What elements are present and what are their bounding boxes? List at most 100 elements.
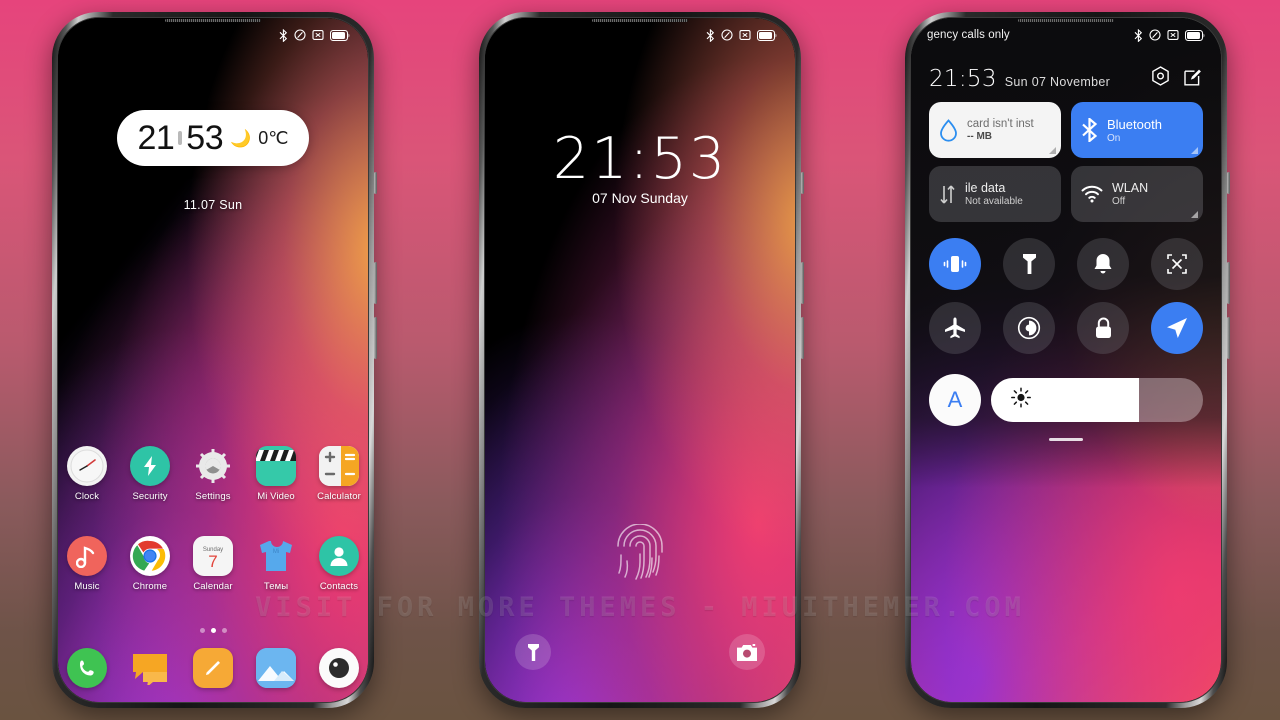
earpiece-grille bbox=[165, 19, 261, 22]
app-clock[interactable]: Clock bbox=[62, 446, 112, 502]
expand-corner-icon[interactable] bbox=[1191, 147, 1198, 154]
app-grid-row-1: Clock Security Settings Mi Video Calcula… bbox=[58, 446, 368, 502]
volume-up-button[interactable] bbox=[374, 262, 377, 304]
status-bar: gency calls only bbox=[911, 18, 1221, 52]
status-bar bbox=[485, 18, 795, 52]
lock-time: 21:53 bbox=[552, 126, 728, 192]
clock-weather-widget[interactable]: 21 53 🌙 0℃ bbox=[117, 110, 309, 166]
flashlight-icon bbox=[527, 643, 539, 661]
page-dot-active[interactable] bbox=[210, 628, 216, 633]
tile-subtitle: On bbox=[1107, 132, 1121, 144]
app-calculator[interactable]: Calculator bbox=[314, 446, 364, 502]
tile-data-usage[interactable]: card isn't inst -- MB bbox=[929, 102, 1061, 158]
cc-date-text: Sun 07 November bbox=[1004, 75, 1111, 89]
auto-brightness-button[interactable]: A bbox=[929, 374, 981, 426]
app-chrome[interactable]: Chrome bbox=[125, 536, 175, 592]
power-button[interactable] bbox=[374, 172, 377, 194]
tile-subtitle: Not available bbox=[965, 196, 1023, 207]
app-label: Chrome bbox=[132, 581, 168, 592]
tile-bluetooth[interactable]: Bluetooth On bbox=[1071, 102, 1203, 158]
flashlight-icon bbox=[1022, 254, 1036, 274]
dock-phone[interactable]: Phone bbox=[62, 648, 112, 702]
phone-icon bbox=[67, 648, 107, 688]
lockscreen-flashlight-shortcut[interactable] bbox=[515, 634, 551, 670]
volume-up-button[interactable] bbox=[1227, 262, 1230, 304]
calendar-icon: Sunday 7 bbox=[193, 536, 233, 576]
volume-down-button[interactable] bbox=[801, 317, 804, 359]
video-icon bbox=[256, 446, 296, 486]
tile-wlan[interactable]: WLAN Off bbox=[1071, 166, 1203, 222]
tile-text: WLAN Off bbox=[1112, 181, 1148, 207]
widget-temperature: 0℃ bbox=[258, 127, 289, 148]
app-themes[interactable]: Mi Темы bbox=[251, 536, 301, 592]
toggle-ringer[interactable] bbox=[1077, 238, 1129, 290]
notes-icon bbox=[193, 648, 233, 688]
toggle-dark-mode[interactable] bbox=[1003, 302, 1055, 354]
tile-title: ile data bbox=[965, 181, 1006, 195]
settings-hex-icon[interactable] bbox=[1151, 66, 1170, 92]
phone3-screen: gency calls only 21:53 Sun 07 November c… bbox=[911, 18, 1221, 702]
do-not-disturb-icon bbox=[1149, 29, 1161, 41]
brightness-slider[interactable] bbox=[991, 378, 1203, 422]
power-button[interactable] bbox=[1227, 172, 1230, 194]
settings-icon bbox=[193, 446, 233, 486]
tile-text: card isn't inst -- MB bbox=[967, 118, 1034, 142]
power-button[interactable] bbox=[801, 172, 804, 194]
dock-messaging[interactable]: Messaging bbox=[125, 648, 175, 702]
dock-camera[interactable]: Camera bbox=[314, 648, 364, 702]
carrier-label: gency calls only bbox=[927, 29, 1010, 41]
dock-row: Phone Messaging Notes bbox=[58, 648, 368, 702]
volume-down-button[interactable] bbox=[374, 317, 377, 359]
airplane-icon bbox=[945, 317, 965, 339]
bluetooth-icon bbox=[1082, 118, 1098, 142]
toggle-vibrate[interactable] bbox=[929, 238, 981, 290]
app-settings[interactable]: Settings bbox=[188, 446, 238, 502]
page-indicator[interactable] bbox=[58, 620, 368, 638]
data-saver-icon bbox=[940, 118, 957, 142]
bluetooth-icon bbox=[279, 28, 288, 42]
tile-subtitle: Off bbox=[1112, 196, 1126, 207]
app-music[interactable]: Music bbox=[62, 536, 112, 592]
toggle-rotation-lock[interactable] bbox=[1077, 302, 1129, 354]
drag-handle[interactable] bbox=[1049, 438, 1083, 441]
cc-toggle-row-1 bbox=[929, 238, 1203, 290]
dock-notes[interactable]: Notes bbox=[188, 648, 238, 702]
svg-text:Mi: Mi bbox=[273, 549, 279, 555]
phone1-body: 21 53 🌙 0℃ 11.07 Sun Clock Security Sett… bbox=[57, 17, 369, 703]
contrast-icon bbox=[1017, 316, 1041, 340]
phone-lock-screen: 21:53 07 Nov Sunday bbox=[479, 12, 804, 708]
app-contacts[interactable]: Contacts bbox=[314, 536, 364, 592]
toggle-screenshot[interactable] bbox=[1151, 238, 1203, 290]
lockscreen-camera-shortcut[interactable] bbox=[729, 634, 765, 670]
toggle-location[interactable] bbox=[1151, 302, 1203, 354]
do-not-disturb-icon bbox=[294, 29, 306, 41]
toggle-flashlight[interactable] bbox=[1003, 238, 1055, 290]
app-label: Темы bbox=[263, 581, 289, 592]
expand-corner-icon[interactable] bbox=[1049, 147, 1056, 154]
dock-gallery[interactable]: Gallery bbox=[251, 648, 301, 702]
cc-time-text: 21:53 bbox=[929, 66, 997, 92]
no-sim-icon bbox=[739, 30, 751, 40]
page-dot[interactable] bbox=[221, 628, 227, 633]
app-security[interactable]: Security bbox=[125, 446, 175, 502]
edit-icon[interactable] bbox=[1184, 67, 1203, 91]
phone2-body: 21:53 07 Nov Sunday bbox=[484, 17, 796, 703]
app-mi-video[interactable]: Mi Video bbox=[251, 446, 301, 502]
cc-clock: 21:53 Sun 07 November bbox=[929, 66, 1110, 92]
gallery-icon bbox=[256, 648, 296, 688]
volume-down-button[interactable] bbox=[1227, 317, 1230, 359]
widget-hours: 21 bbox=[137, 118, 175, 157]
mobile-data-icon bbox=[940, 184, 955, 204]
tile-mobile-data[interactable]: ile data Not available bbox=[929, 166, 1061, 222]
fingerprint-icon[interactable] bbox=[614, 523, 666, 585]
toggle-airplane[interactable] bbox=[929, 302, 981, 354]
wlan-icon bbox=[1081, 185, 1103, 203]
location-icon bbox=[1167, 318, 1187, 338]
themes-icon: Mi bbox=[256, 536, 296, 576]
page-dot[interactable] bbox=[199, 628, 205, 633]
cc-header-actions bbox=[1151, 66, 1203, 92]
expand-corner-icon[interactable] bbox=[1191, 211, 1198, 218]
volume-up-button[interactable] bbox=[801, 262, 804, 304]
app-calendar[interactable]: Sunday 7 Calendar bbox=[188, 536, 238, 592]
earpiece-grille bbox=[1018, 19, 1114, 22]
